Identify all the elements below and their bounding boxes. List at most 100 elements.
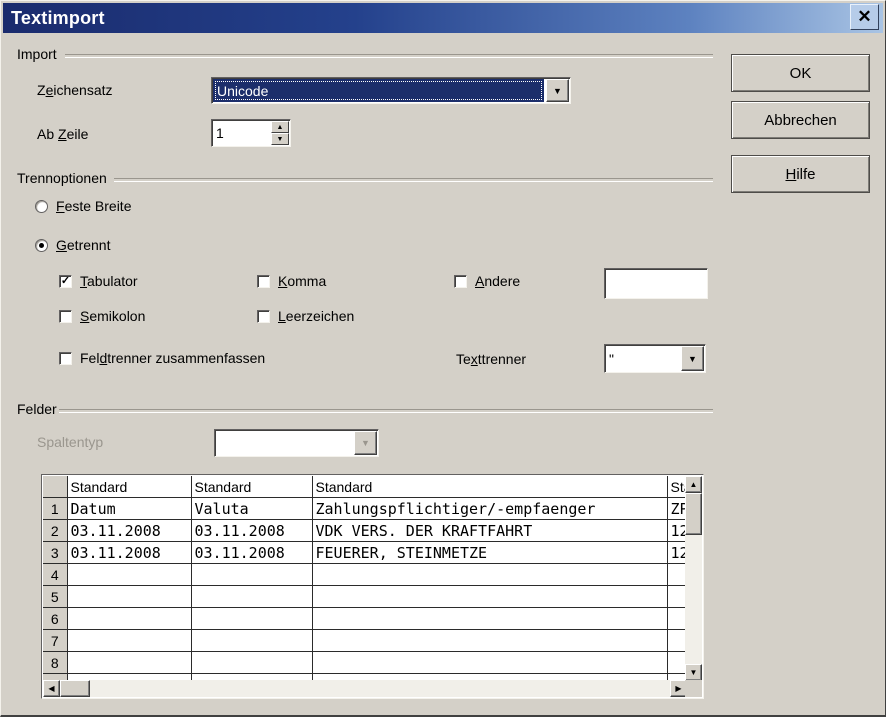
table-cell[interactable]: 12 [667,520,687,542]
ok-button[interactable]: OK [731,54,870,92]
table-cell[interactable] [312,564,667,586]
title-bar[interactable]: Textimport [3,3,883,33]
andere-label: Andere [475,273,520,289]
table-cell[interactable] [667,586,687,608]
texttrenner-value[interactable]: " [605,345,680,372]
checkbox-komma[interactable]: Komma [257,273,326,289]
table-cell[interactable] [667,564,687,586]
help-button[interactable]: Hilfe [731,155,870,193]
table-cell[interactable] [67,608,191,630]
table-cell[interactable] [191,630,312,652]
table-cell[interactable]: Valuta [191,498,312,520]
textimport-dialog: Textimport ✕ Import Zeichensatz Unicode … [0,0,886,717]
scroll-up-button[interactable]: ▲ [685,476,702,493]
andere-input[interactable] [604,268,708,299]
table-cell[interactable] [191,652,312,674]
table-cell[interactable]: 03.11.2008 [67,520,191,542]
row-number: 6 [43,608,67,630]
radio-getrennt[interactable]: Getrennt [35,237,110,253]
close-button[interactable]: ✕ [850,4,879,30]
checkbox-icon [454,275,467,288]
table-cell[interactable]: Datum [67,498,191,520]
table-row: 203.11.200803.11.2008VDK VERS. DER KRAFT… [43,520,687,542]
column-header[interactable]: Standard [191,476,312,498]
felder-group-line [59,409,713,413]
horizontal-scrollbar[interactable]: ◀ ▶ [43,680,687,697]
table-cell[interactable] [191,586,312,608]
checkbox-andere[interactable]: Andere [454,273,520,289]
table-cell[interactable] [312,652,667,674]
radio-feste-breite[interactable]: Feste Breite [35,198,132,214]
ab-zeile-spinner[interactable]: 1 ▲ ▼ [211,119,291,147]
checkbox-feldtrenner-zusammenfassen[interactable]: Feldtrenner zusammenfassen [59,350,265,366]
table-cell[interactable]: 12 [667,542,687,564]
table-cell[interactable] [312,586,667,608]
table-cell[interactable] [191,564,312,586]
preview-table: Standard Standard Standard Standard 1Dat… [41,474,704,699]
table-row: 1DatumValutaZahlungspflichtiger/-empfaen… [43,498,687,520]
semikolon-label: Semikolon [80,308,145,324]
feldtrenner-label: Feldtrenner zusammenfassen [80,350,265,366]
ok-button-label: OK [790,65,812,82]
table-cell[interactable] [667,630,687,652]
table-header-row: Standard Standard Standard Standard [43,476,687,498]
arrow-up-icon: ▲ [690,480,698,489]
vertical-scroll-thumb[interactable] [685,493,702,535]
texttrenner-label: Texttrenner [456,351,526,367]
row-number: 8 [43,652,67,674]
table-cell[interactable]: Zahlungspflichtiger/-empfaenger [312,498,667,520]
table-cell[interactable] [312,608,667,630]
table-cell[interactable]: 03.11.2008 [67,542,191,564]
row-number: 2 [43,520,67,542]
table-cell[interactable]: 03.11.2008 [191,520,312,542]
zeichensatz-dropdown-button[interactable]: ▼ [546,79,569,102]
texttrenner-combobox[interactable]: " ▼ [604,344,706,373]
table-cell[interactable] [191,608,312,630]
scroll-down-button[interactable]: ▼ [685,664,702,681]
table-cell[interactable]: 03.11.2008 [191,542,312,564]
spaltentyp-dropdown-button: ▼ [354,431,377,455]
table-cell[interactable] [67,630,191,652]
column-header[interactable]: Standard [667,476,687,498]
table-row: 7 [43,630,687,652]
vertical-scrollbar[interactable]: ▲ ▼ [685,476,702,681]
horizontal-scroll-thumb[interactable] [60,680,90,697]
scroll-left-button[interactable]: ◀ [43,680,60,697]
table-cell[interactable] [667,652,687,674]
table-cell[interactable] [67,564,191,586]
checkbox-leerzeichen[interactable]: Leerzeichen [257,308,354,324]
checkbox-tabulator[interactable]: ✓ Tabulator [59,273,138,289]
zeichensatz-combobox[interactable]: Unicode ▼ [211,77,571,104]
radio-icon [35,200,48,213]
table-row: 6 [43,608,687,630]
corner-cell [43,476,67,498]
table-row: 5 [43,586,687,608]
row-number: 1 [43,498,67,520]
cancel-button-label: Abbrechen [764,112,837,129]
ab-zeile-value[interactable]: 1 [212,120,270,146]
spin-up-button[interactable]: ▲ [271,121,289,133]
table-cell[interactable]: VDK VERS. DER KRAFTFAHRT [312,520,667,542]
column-header[interactable]: Standard [67,476,191,498]
row-number: 3 [43,542,67,564]
row-number: 7 [43,630,67,652]
table-cell[interactable] [67,652,191,674]
table-cell[interactable]: ZP [667,498,687,520]
texttrenner-dropdown-button[interactable]: ▼ [681,346,704,371]
checkbox-icon [257,275,270,288]
tabulator-label: Tabulator [80,273,138,289]
cancel-button[interactable]: Abbrechen [731,101,870,139]
column-header[interactable]: Standard [312,476,667,498]
leerzeichen-label: Leerzeichen [278,308,354,324]
help-button-label: Hilfe [785,166,815,183]
checkbox-semikolon[interactable]: Semikolon [59,308,145,324]
table-cell[interactable] [67,586,191,608]
table-cell[interactable] [312,630,667,652]
checkbox-checked-icon: ✓ [59,275,72,288]
table-cell[interactable]: FEUERER, STEINMETZE [312,542,667,564]
checkbox-icon [59,352,72,365]
zeichensatz-value[interactable]: Unicode [213,79,544,102]
table-row: 303.11.200803.11.2008FEUERER, STEINMETZE… [43,542,687,564]
spin-down-button[interactable]: ▼ [271,133,289,145]
table-cell[interactable] [667,608,687,630]
